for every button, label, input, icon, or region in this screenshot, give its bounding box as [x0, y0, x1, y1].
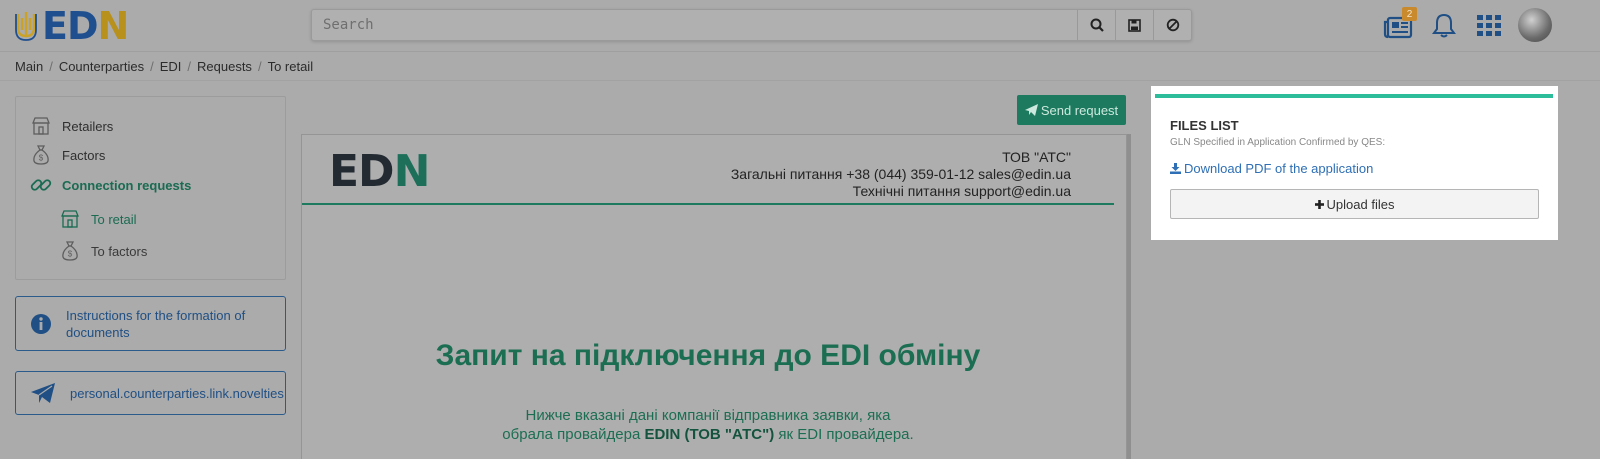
download-pdf-link[interactable]: Download PDF of the application: [1170, 161, 1373, 176]
money-bag-icon: $: [59, 240, 81, 262]
paper-plane-icon: [16, 382, 70, 404]
breadcrumb: Main / Counterparties / EDI / Requests / To …: [15, 58, 314, 74]
instructions-text: Instructions for the formation of docume…: [66, 307, 246, 340]
document-subtitle-line1: Нижче вказані дані компанії відправника …: [525, 407, 891, 424]
document-title: Запит на підключення до EDI обміну: [435, 339, 981, 372]
sidebar-nav: Retailers $ Factors Connection requests …: [15, 96, 286, 280]
document-header-divider: [302, 203, 1114, 205]
breadcrumb-counterparties[interactable]: Counterparties: [59, 59, 144, 74]
sidebar-item-label: Factors: [62, 147, 106, 163]
breadcrumb-divider: [0, 80, 1600, 81]
breadcrumb-edi[interactable]: EDI: [160, 59, 182, 74]
top-header: EDN 2: [0, 0, 1600, 52]
document-contact-general: Загальні питання +38 (044) 359-01-12 sal…: [730, 166, 1071, 182]
svg-text:$: $: [39, 154, 44, 163]
floppy-disk-icon: [1128, 18, 1141, 32]
sidebar-item-label: To retail: [91, 211, 137, 227]
search-bar: [311, 9, 1192, 41]
apps-menu-button[interactable]: [1472, 9, 1506, 43]
sidebar-item-label: Connection requests: [62, 177, 192, 193]
application-document-preview: EDN ТОВ "АТС" Загальні питання +38 (044)…: [301, 134, 1127, 459]
sidebar-item-connection-requests[interactable]: Connection requests: [30, 174, 191, 196]
document-contact-tech: Технічні питання support@edin.ua: [852, 183, 1071, 199]
files-list-panel: FILES LIST GLN Specified in Application …: [1151, 86, 1558, 240]
files-list-title: FILES LIST: [1170, 118, 1239, 133]
upload-files-button[interactable]: Upload files: [1170, 189, 1539, 219]
sidebar-subitem-to-retail[interactable]: To retail: [59, 208, 137, 230]
document-contacts: ТОВ "АТС" Загальні питання +38 (044) 359…: [731, 149, 1071, 200]
document-subtitle-line2-post: як EDI провайдера.: [774, 426, 914, 443]
download-icon: [1170, 163, 1181, 174]
search-button[interactable]: [1077, 10, 1115, 40]
send-request-button[interactable]: Send request: [1017, 95, 1126, 125]
logo-text: EDN: [42, 4, 129, 48]
apps-grid-icon: [1477, 15, 1501, 36]
bell-icon: [1432, 13, 1456, 38]
svg-text:$: $: [68, 250, 73, 259]
sidebar-item-retailers[interactable]: Retailers: [30, 115, 113, 137]
plus-icon: [1314, 199, 1324, 209]
sidebar-item-label: To factors: [91, 243, 148, 259]
money-bag-icon: $: [30, 144, 52, 166]
store-icon: [59, 208, 81, 230]
breadcrumb-requests[interactable]: Requests: [197, 59, 252, 74]
notifications-count-badge: 2: [1402, 7, 1417, 21]
instructions-box[interactable]: Instructions for the formation of docume…: [15, 296, 286, 351]
edin-logo[interactable]: EDN: [14, 4, 129, 48]
breadcrumb-main[interactable]: Main: [15, 59, 43, 74]
info-icon: [16, 313, 66, 335]
document-company: ТОВ "АТС": [1002, 149, 1071, 165]
document-subtitle: Нижче вказані дані компанії відправника …: [302, 406, 1114, 444]
store-icon: [30, 115, 52, 137]
novelties-box[interactable]: personal.counterparties.link.novelties: [15, 371, 286, 415]
files-panel-accent-bar: [1155, 94, 1553, 98]
document-subtitle-line2-pre: обрала провайдера: [502, 426, 645, 443]
ban-icon: [1166, 18, 1179, 32]
search-icon: [1090, 18, 1104, 32]
trident-icon: [15, 12, 37, 41]
upload-files-label: Upload files: [1326, 196, 1395, 212]
notifications-button[interactable]: [1427, 8, 1461, 42]
paper-plane-icon: [1024, 104, 1038, 116]
send-request-label: Send request: [1040, 102, 1119, 118]
avatar[interactable]: [1518, 8, 1552, 42]
breadcrumb-current: To retail: [267, 58, 314, 74]
sidebar-subitem-to-factors[interactable]: $ To factors: [59, 240, 147, 262]
search-input[interactable]: [312, 10, 1077, 40]
clear-search-button[interactable]: [1153, 10, 1191, 40]
save-search-button[interactable]: [1115, 10, 1153, 40]
document-logo: EDN: [329, 146, 430, 197]
download-pdf-label: Download PDF of the application: [1184, 161, 1374, 176]
novelties-text: personal.counterparties.link.novelties: [70, 385, 284, 401]
link-icon: [30, 174, 52, 196]
sidebar-item-factors[interactable]: $ Factors: [30, 144, 105, 166]
sidebar-item-label: Retailers: [62, 118, 114, 134]
document-subtitle-provider: EDIN (ТОВ "АТС"): [644, 426, 775, 443]
files-list-subtitle: GLN Specified in Application Confirmed b…: [1170, 137, 1386, 148]
